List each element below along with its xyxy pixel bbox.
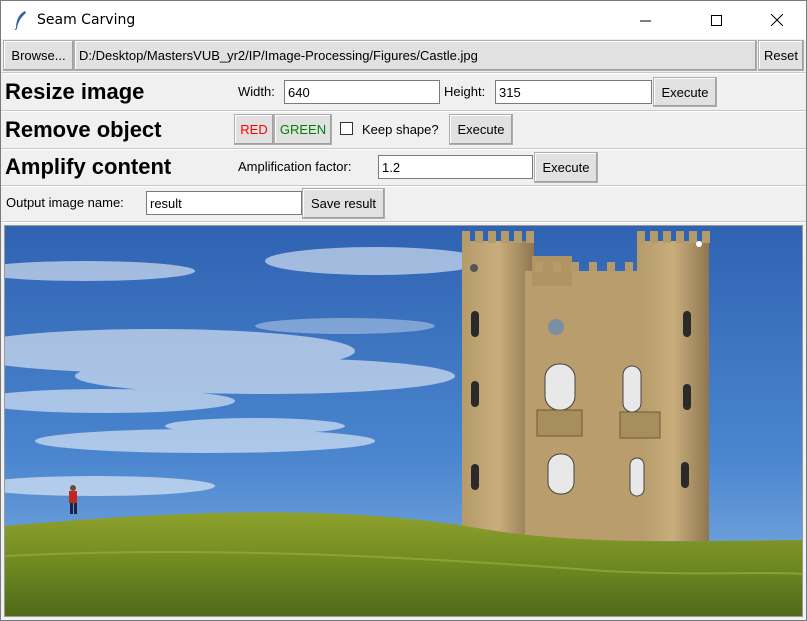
- divider: [1, 222, 806, 223]
- minimize-icon: [639, 20, 651, 21]
- window-title: Seam Carving: [37, 12, 136, 28]
- width-label: Width:: [238, 84, 275, 99]
- feather-icon: [14, 11, 26, 30]
- maximize-button[interactable]: [693, 1, 739, 39]
- close-icon: [771, 14, 783, 26]
- green-button[interactable]: GREEN: [274, 114, 332, 145]
- browse-button[interactable]: Browse...: [3, 40, 74, 71]
- amplification-factor-input[interactable]: [378, 155, 533, 179]
- amplify-execute-button[interactable]: Execute: [534, 152, 598, 183]
- output-name-label: Output image name:: [6, 195, 124, 210]
- app-window: Seam Carving Browse... D:/Desktop/Master…: [0, 0, 807, 621]
- keep-shape-label: Keep shape?: [362, 122, 439, 137]
- resize-execute-button[interactable]: Execute: [653, 77, 717, 107]
- divider: [1, 111, 806, 112]
- divider: [1, 186, 806, 187]
- minimize-button[interactable]: [622, 1, 668, 39]
- reset-button[interactable]: Reset: [758, 40, 804, 71]
- height-label: Height:: [444, 84, 486, 99]
- maximize-icon: [710, 14, 722, 26]
- save-result-button[interactable]: Save result: [302, 188, 385, 219]
- image-canvas[interactable]: [4, 225, 803, 617]
- width-input[interactable]: [284, 80, 440, 104]
- amplify-heading: Amplify content: [5, 154, 172, 179]
- remove-heading: Remove object: [5, 117, 162, 142]
- file-path-display: D:/Desktop/MastersVUB_yr2/IP/Image-Proce…: [74, 40, 757, 71]
- close-button[interactable]: [754, 1, 800, 39]
- amplification-factor-label: Amplification factor:: [238, 159, 352, 174]
- castle-image: [5, 226, 802, 616]
- height-input[interactable]: [495, 80, 652, 104]
- divider: [1, 149, 806, 150]
- title-bar: Seam Carving: [1, 1, 806, 39]
- red-button[interactable]: RED: [234, 114, 274, 145]
- divider: [1, 73, 806, 74]
- resize-heading: Resize image: [5, 79, 145, 104]
- output-name-input[interactable]: [146, 191, 302, 215]
- remove-execute-button[interactable]: Execute: [449, 114, 513, 145]
- keep-shape-checkbox[interactable]: [340, 122, 353, 135]
